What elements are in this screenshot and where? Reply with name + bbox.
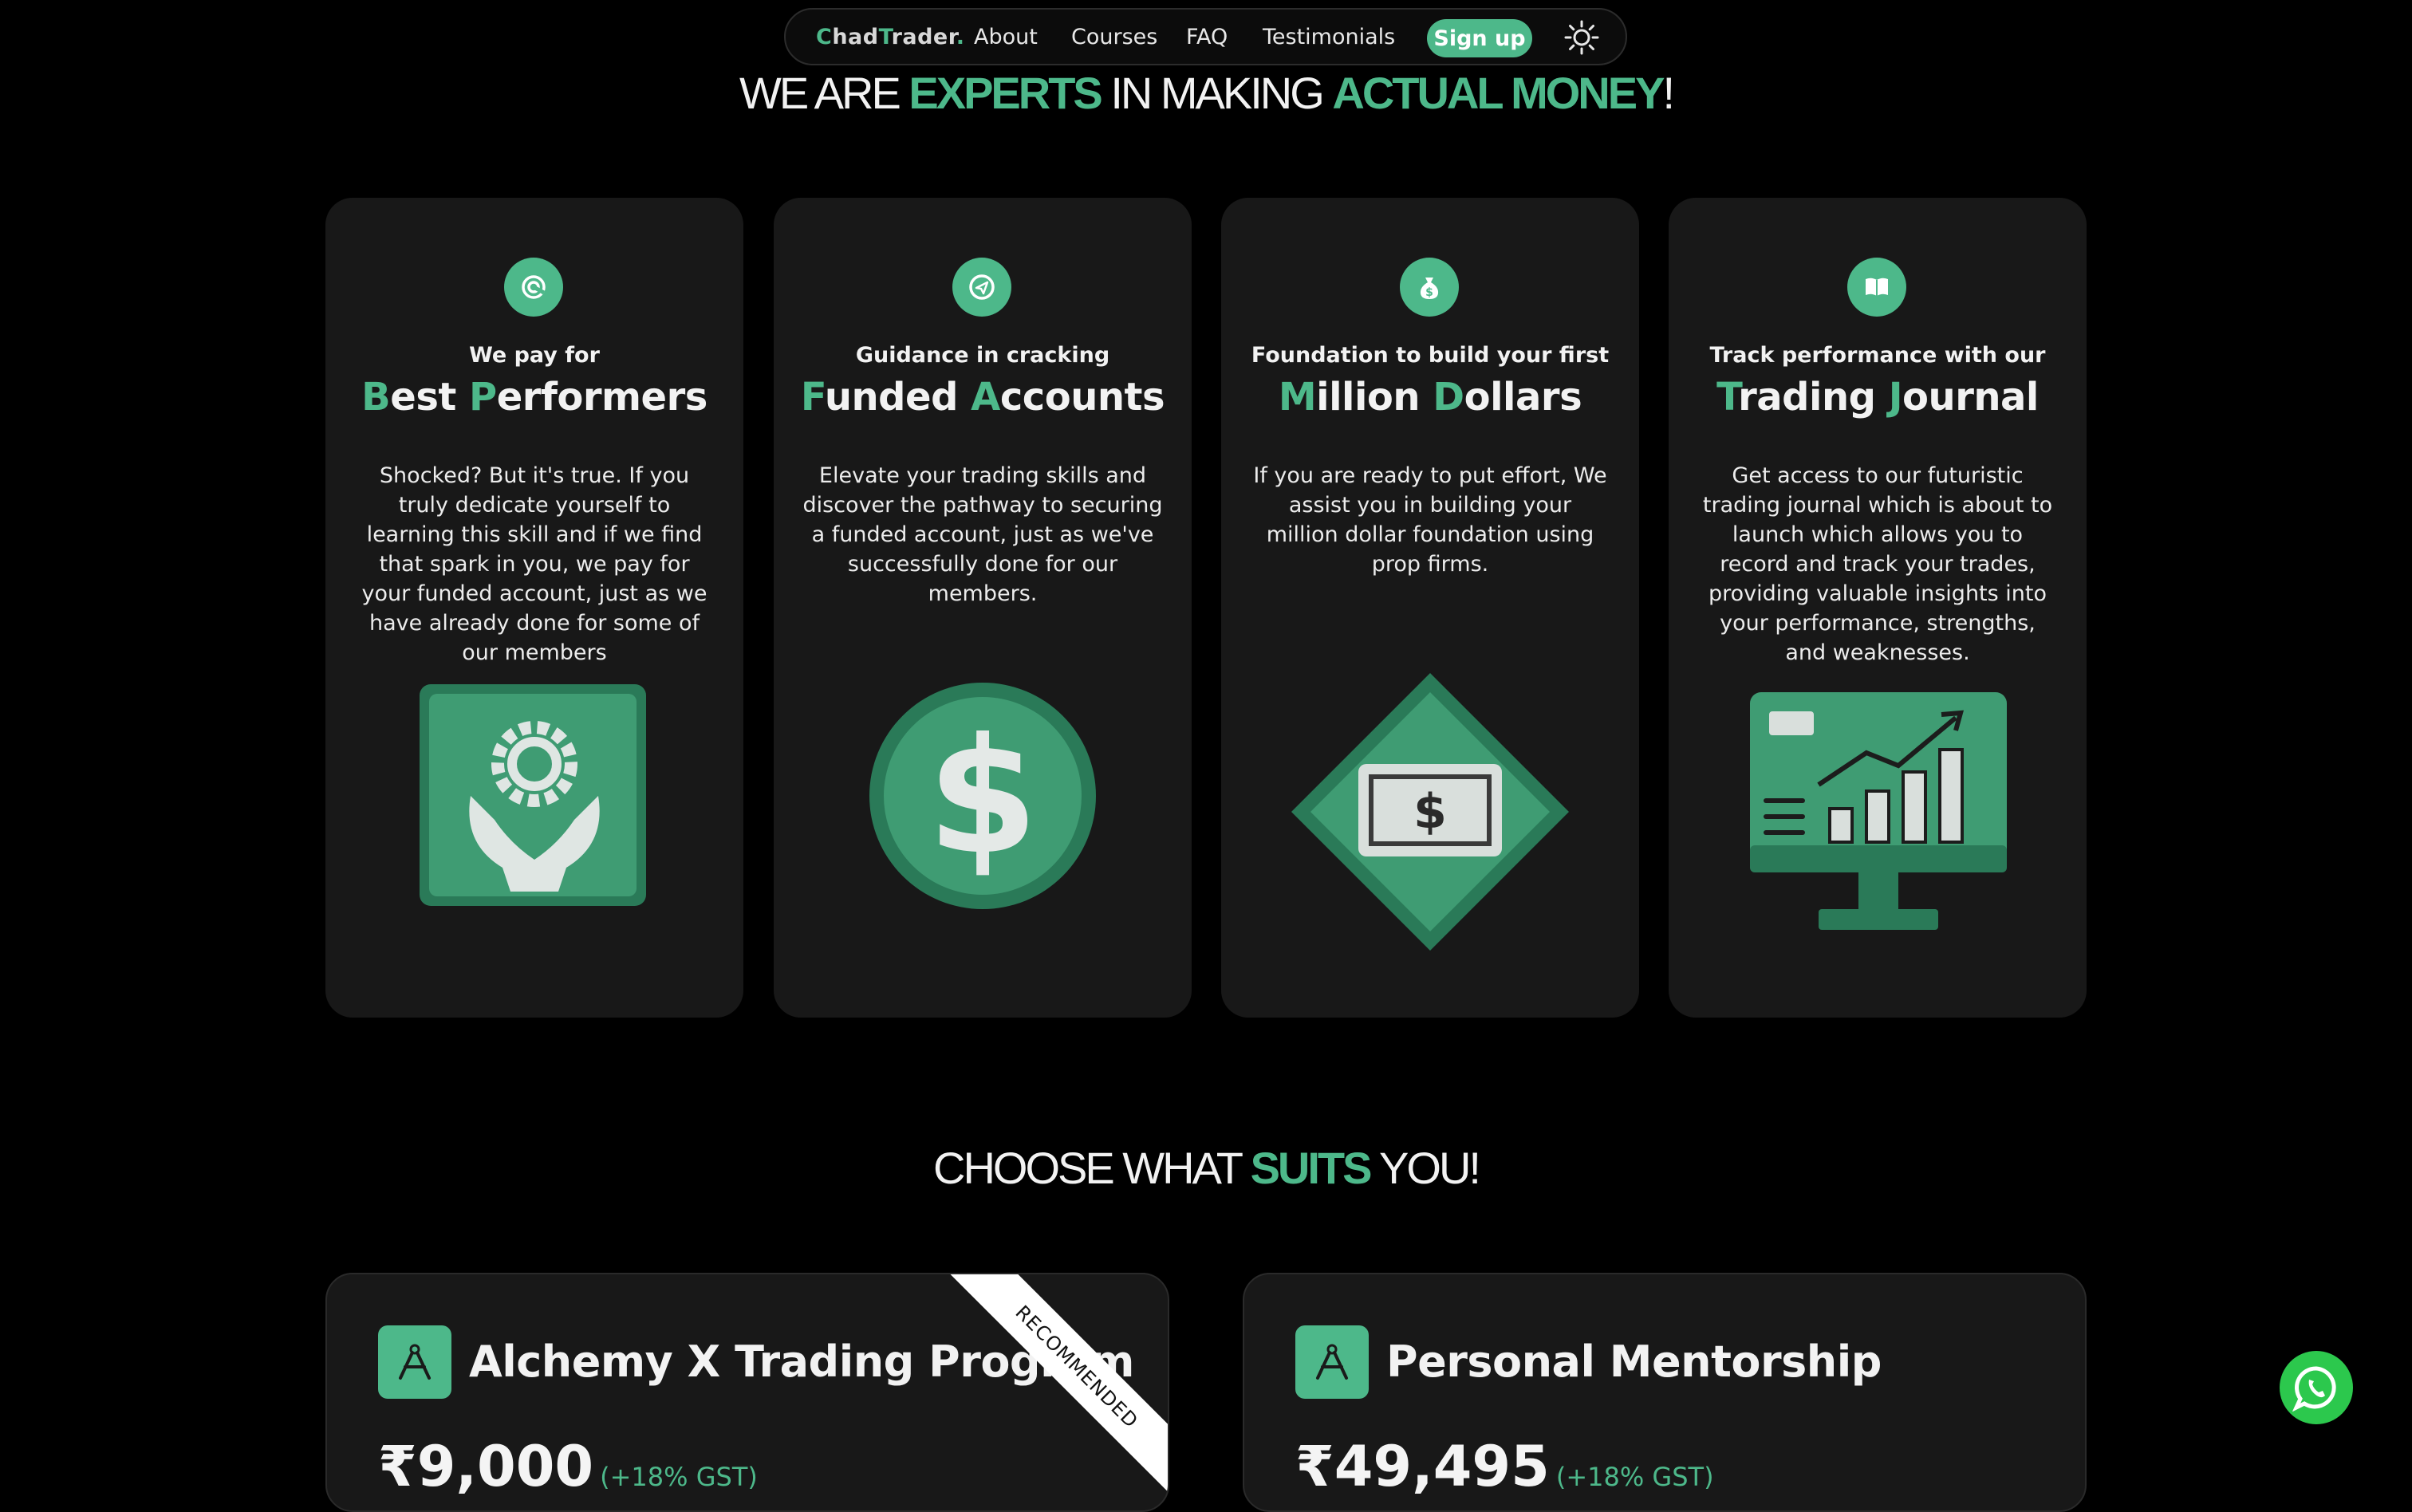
nav-link-courses[interactable]: Courses bbox=[1071, 25, 1157, 49]
whatsapp-icon[interactable] bbox=[2280, 1351, 2353, 1424]
plan-card-alchemy-x[interactable]: Alchemy X Trading Program ₹9,000 (+18% GS… bbox=[325, 1273, 1169, 1512]
navbar: ChadTrader. About Courses FAQ Testimonia… bbox=[784, 8, 1627, 65]
svg-text:$: $ bbox=[1425, 286, 1433, 299]
svg-text:$: $ bbox=[927, 704, 1038, 890]
feature-description: Get access to our futuristic trading jou… bbox=[1702, 463, 2053, 665]
target-icon bbox=[504, 258, 563, 317]
chart-monitor-icon bbox=[1747, 689, 2010, 944]
feature-card-best-performers: We pay for Best Performers Shocked? But … bbox=[325, 198, 743, 1018]
feature-eyebrow: Foundation to build your first bbox=[1251, 343, 1610, 368]
nav-link-testimonials[interactable]: Testimonials bbox=[1263, 25, 1395, 49]
recommended-ribbon: RECOMMENDED bbox=[941, 1274, 1168, 1502]
compass-icon bbox=[378, 1325, 451, 1399]
plan-card-personal-mentorship[interactable]: Personal Mentorship ₹49,495 (+18% GST) bbox=[1243, 1273, 2087, 1512]
cash-diamond-icon: $ bbox=[1285, 668, 1575, 963]
nav-link-about[interactable]: About bbox=[974, 25, 1038, 49]
signup-button[interactable]: Sign up bbox=[1427, 19, 1532, 57]
nav-link-faq[interactable]: FAQ bbox=[1186, 25, 1228, 49]
feature-title: Trading Journal bbox=[1716, 375, 2039, 419]
logo[interactable]: ChadTrader. bbox=[816, 25, 964, 49]
feature-title: Best Performers bbox=[361, 375, 707, 419]
pricing-heading: CHOOSE WHAT SUITS YOU! bbox=[933, 1143, 1481, 1193]
feature-description: Elevate your trading skills and discover… bbox=[802, 463, 1163, 606]
sun-icon[interactable] bbox=[1563, 19, 1600, 56]
compass-icon bbox=[1295, 1325, 1369, 1399]
send-icon bbox=[952, 258, 1011, 317]
feature-card-trading-journal: Track performance with our Trading Journ… bbox=[1669, 198, 2087, 1018]
feature-card-funded-accounts: Guidance in cracking Funded Accounts Ele… bbox=[774, 198, 1192, 1018]
feature-description: If you are ready to put effort, We assis… bbox=[1253, 463, 1607, 577]
hero-headline: WE ARE EXPERTS IN MAKING ACTUAL MONEY! bbox=[739, 68, 1675, 118]
money-bag-icon: $ bbox=[1400, 258, 1459, 317]
dollar-coin-icon: $ bbox=[863, 660, 1102, 923]
plan-price: ₹49,495 (+18% GST) bbox=[1295, 1434, 1714, 1499]
svg-text:$: $ bbox=[1413, 784, 1447, 840]
hands-gear-icon bbox=[415, 660, 654, 923]
feature-eyebrow: We pay for bbox=[469, 343, 600, 368]
plan-name: Personal Mentorship bbox=[1386, 1337, 1882, 1387]
plan-price: ₹9,000 (+18% GST) bbox=[378, 1434, 758, 1499]
feature-eyebrow: Guidance in cracking bbox=[855, 343, 1110, 368]
feature-title: Funded Accounts bbox=[800, 375, 1165, 419]
feature-eyebrow: Track performance with our bbox=[1709, 343, 2046, 368]
feature-description: Shocked? But it's true. If you truly ded… bbox=[361, 463, 707, 665]
book-icon bbox=[1847, 258, 1906, 317]
feature-title: Million Dollars bbox=[1278, 375, 1582, 419]
feature-card-million-dollars: $ Foundation to build your first Million… bbox=[1221, 198, 1639, 1018]
